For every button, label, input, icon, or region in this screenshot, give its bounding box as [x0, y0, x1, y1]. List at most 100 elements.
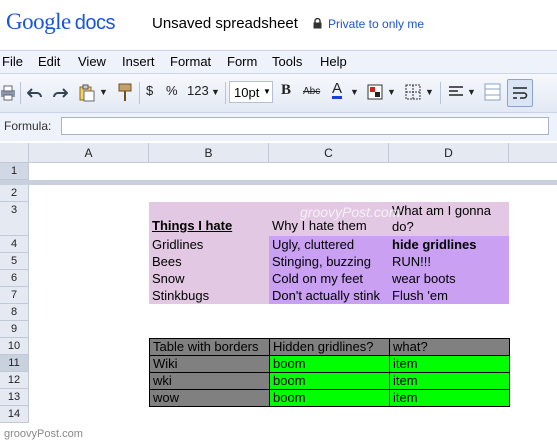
column-header-a[interactable]: A	[29, 143, 149, 163]
menu-form[interactable]: Form	[227, 54, 257, 69]
menu-tools[interactable]: Tools	[272, 54, 302, 69]
toolbar-separator	[139, 82, 140, 104]
menu-view[interactable]: View	[78, 54, 106, 69]
row-header-1[interactable]: 1	[0, 163, 29, 180]
cell-d13[interactable]: item	[389, 389, 510, 407]
menu-help[interactable]: Help	[320, 54, 347, 69]
cell-d6[interactable]: wear boots	[389, 270, 509, 287]
row-header-3[interactable]: 3	[0, 202, 29, 236]
menu-insert[interactable]: Insert	[122, 54, 155, 69]
cell-c10[interactable]: Hidden gridlines?	[269, 338, 390, 356]
cell-b7[interactable]: Stinkbugs	[149, 287, 269, 304]
cell-d10[interactable]: what?	[389, 338, 510, 356]
chevron-down-icon[interactable]: ▼	[211, 87, 220, 97]
menu-file[interactable]: File	[2, 54, 23, 69]
row-header-6[interactable]: 6	[0, 270, 29, 287]
select-all-corner[interactable]	[0, 143, 29, 163]
cell-b11[interactable]: Wiki	[149, 355, 270, 373]
row-header-7[interactable]: 7	[0, 287, 29, 304]
currency-format-button[interactable]: $	[146, 83, 153, 98]
app-header: Google docs Unsaved spreadsheet Private t…	[0, 0, 557, 48]
print-icon[interactable]	[0, 85, 16, 101]
font-size-select[interactable]: 10pt ▼	[229, 81, 273, 103]
cell-d5[interactable]: RUN!!!	[389, 253, 509, 270]
cell-c4[interactable]: Ugly, cluttered	[269, 236, 389, 253]
chevron-down-icon: ▼	[263, 87, 271, 96]
cell-d11[interactable]: item	[389, 355, 510, 373]
cell-b5[interactable]: Bees	[149, 253, 269, 270]
cell-d12[interactable]: item	[389, 372, 510, 390]
row-header-9[interactable]: 9	[0, 321, 29, 338]
strikethrough-button[interactable]: Abc	[303, 86, 320, 97]
frozen-rows-divider[interactable]	[0, 180, 557, 185]
row-header-11[interactable]: 11	[0, 355, 29, 372]
row-header-12[interactable]: 12	[0, 372, 29, 389]
redo-icon[interactable]	[52, 85, 68, 101]
lock-icon	[313, 18, 322, 29]
docs-logo-text: docs	[74, 12, 116, 34]
cell-d4[interactable]: hide gridlines	[389, 236, 509, 253]
corner-watermark: groovyPost.com	[4, 428, 83, 440]
cell-b12[interactable]: wki	[149, 372, 270, 390]
wrap-text-button[interactable]	[507, 79, 533, 107]
column-header-d[interactable]: D	[389, 143, 509, 163]
column-header-e[interactable]	[509, 143, 557, 163]
row-header-2[interactable]: 2	[0, 185, 29, 202]
cell-c13[interactable]: boom	[269, 389, 390, 407]
google-docs-logo[interactable]: Google docs	[6, 9, 115, 35]
menu-edit[interactable]: Edit	[38, 54, 60, 69]
cell-d7[interactable]: Flush 'em	[389, 287, 509, 304]
menu-bar: File Edit View Insert Format Form Tools …	[0, 50, 557, 73]
chevron-down-icon[interactable]: ▼	[467, 87, 476, 97]
font-size-value: 10pt	[234, 85, 260, 100]
cell-c12[interactable]: boom	[269, 372, 390, 390]
document-title[interactable]: Unsaved spreadsheet	[152, 15, 298, 32]
column-header-c[interactable]: C	[269, 143, 389, 163]
wrap-text-icon	[513, 87, 528, 99]
chevron-down-icon[interactable]: ▼	[99, 87, 108, 97]
watermark-text: groovyPost.com	[300, 204, 401, 220]
cell-b4[interactable]: Gridlines	[149, 236, 269, 253]
toolbar-separator	[440, 82, 441, 104]
paint-format-icon[interactable]	[116, 83, 134, 103]
toolbar-separator	[225, 82, 226, 104]
chevron-down-icon[interactable]: ▼	[387, 87, 396, 97]
cell-d3-line2: do?	[392, 219, 414, 234]
toolbar: ▼ $ % 123 ▼ 10pt ▼ B Abc A ▼ ▼ ▼ ▼	[0, 73, 557, 113]
cell-b13[interactable]: wow	[149, 389, 270, 407]
row-header-10[interactable]: 10	[0, 338, 29, 355]
cell-c7[interactable]: Don't actually stink	[269, 287, 389, 304]
cell-d3-line1: What am I gonna	[392, 203, 491, 218]
row-header-4[interactable]: 4	[0, 236, 29, 253]
google-logo-text: Google	[6, 9, 71, 34]
row-header-14[interactable]: 14	[0, 406, 29, 423]
cell-c11[interactable]: boom	[269, 355, 390, 373]
sharing-status[interactable]: Private to only me	[328, 17, 424, 31]
align-left-icon[interactable]	[448, 85, 464, 99]
cell-c5[interactable]: Stinging, buzzing	[269, 253, 389, 270]
cell-b3[interactable]: Things I hate	[149, 202, 269, 236]
formula-bar: Formula:	[0, 113, 557, 141]
fill-color-icon[interactable]	[367, 84, 383, 100]
menu-format[interactable]: Format	[170, 54, 211, 69]
chevron-down-icon[interactable]: ▼	[350, 87, 359, 97]
number-format-button[interactable]: 123	[187, 83, 209, 98]
formula-input[interactable]	[61, 117, 549, 135]
cell-b10[interactable]: Table with borders	[149, 338, 270, 356]
borders-icon[interactable]	[405, 84, 421, 100]
undo-icon[interactable]	[27, 85, 43, 101]
percent-format-button[interactable]: %	[166, 83, 178, 98]
column-header-b[interactable]: B	[149, 143, 269, 163]
row-header-5[interactable]: 5	[0, 253, 29, 270]
chevron-down-icon[interactable]: ▼	[425, 87, 434, 97]
row-header-8[interactable]: 8	[0, 304, 29, 321]
merge-cells-icon[interactable]	[484, 83, 501, 101]
paste-format-icon[interactable]	[78, 84, 96, 102]
row-header-13[interactable]: 13	[0, 389, 29, 406]
cell-d3[interactable]: What am I gonna do?	[389, 202, 509, 236]
bold-button[interactable]: B	[281, 82, 291, 99]
cell-b6[interactable]: Snow	[149, 270, 269, 287]
text-color-button[interactable]: A	[332, 81, 343, 99]
formula-label: Formula:	[4, 119, 52, 133]
cell-c6[interactable]: Cold on my feet	[269, 270, 389, 287]
